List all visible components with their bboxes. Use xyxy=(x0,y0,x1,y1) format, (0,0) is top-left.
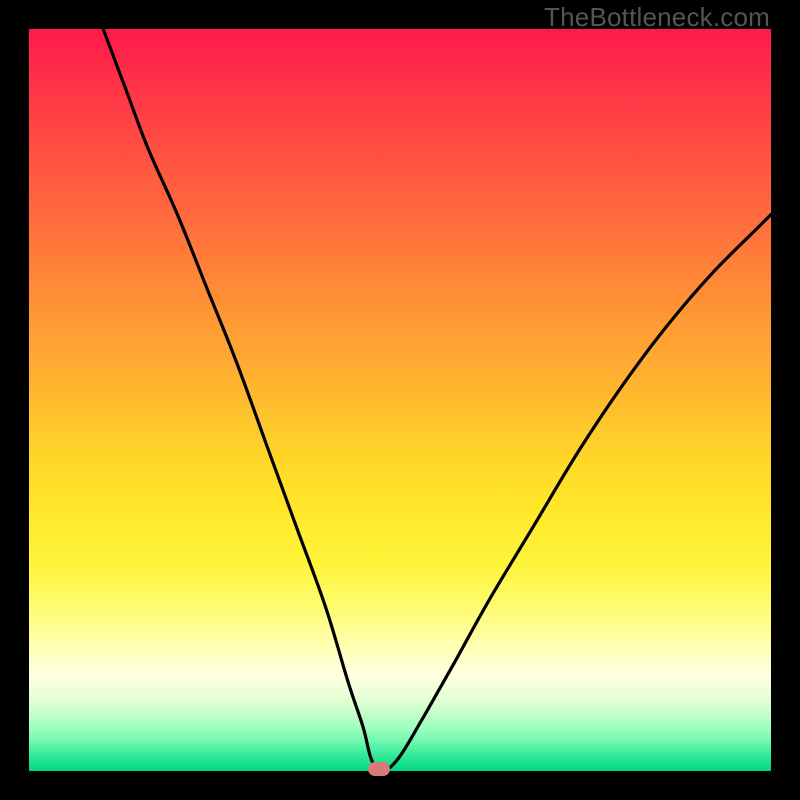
minimum-marker xyxy=(368,762,390,776)
outer-frame: TheBottleneck.com xyxy=(0,0,800,800)
curve-svg xyxy=(29,29,771,771)
bottleneck-curve xyxy=(103,29,771,771)
plot-area xyxy=(29,29,771,771)
